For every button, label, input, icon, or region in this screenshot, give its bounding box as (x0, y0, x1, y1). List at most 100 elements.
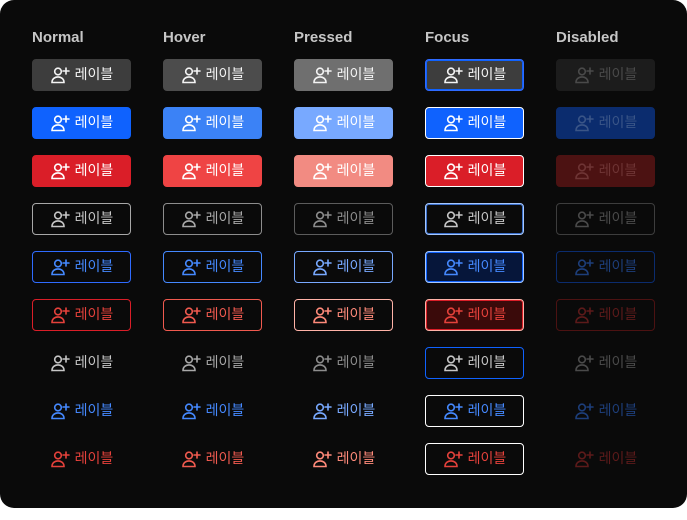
user-plus-icon (312, 401, 332, 421)
ghost-primary-button-normal[interactable]: 레이블 (32, 395, 131, 427)
ghost-primary-button-hover[interactable]: 레이블 (163, 395, 262, 427)
tertiary-button-hover[interactable]: 레이블 (163, 203, 262, 235)
ghost-danger-button-hover[interactable]: 레이블 (163, 443, 262, 475)
button-label: 레이블 (598, 115, 638, 131)
button-label: 레이블 (598, 163, 638, 179)
button-label: 레이블 (598, 403, 638, 419)
danger-button-hover[interactable]: 레이블 (163, 155, 262, 187)
user-plus-icon (574, 209, 594, 229)
ghost-danger-button-focus[interactable]: 레이블 (425, 443, 524, 475)
secondary-button-disabled: 레이블 (556, 59, 655, 91)
user-plus-icon (574, 401, 594, 421)
user-plus-icon (181, 209, 201, 229)
button-states-panel: Normal Hover Pressed Focus Disabled 레이블 레… (0, 0, 687, 508)
tertiary-danger-button-disabled: 레이블 (556, 299, 655, 331)
user-plus-icon (574, 161, 594, 181)
ghost-button-hover[interactable]: 레이블 (163, 347, 262, 379)
button-label: 레이블 (598, 307, 638, 323)
ghost-button-focus[interactable]: 레이블 (425, 347, 524, 379)
tertiary-button-focus[interactable]: 레이블 (425, 203, 524, 235)
tertiary-danger-button-normal[interactable]: 레이블 (32, 299, 131, 331)
primary-button-hover[interactable]: 레이블 (163, 107, 262, 139)
button-label: 레이블 (598, 211, 638, 227)
user-plus-icon (574, 449, 594, 469)
user-plus-icon (50, 161, 70, 181)
ghost-danger-button-normal[interactable]: 레이블 (32, 443, 131, 475)
secondary-button-focus[interactable]: 레이블 (425, 59, 524, 91)
primary-button-disabled: 레이블 (556, 107, 655, 139)
user-plus-icon (443, 401, 463, 421)
button-label: 레이블 (336, 211, 376, 227)
tertiary-danger-button-focus[interactable]: 레이블 (425, 299, 524, 331)
user-plus-icon (50, 305, 70, 325)
user-plus-icon (312, 161, 332, 181)
danger-button-disabled: 레이블 (556, 155, 655, 187)
user-plus-icon (50, 353, 70, 373)
button-label: 레이블 (74, 451, 114, 467)
button-label: 레이블 (467, 307, 507, 323)
tertiary-primary-button-normal[interactable]: 레이블 (32, 251, 131, 283)
button-label: 레이블 (74, 163, 114, 179)
user-plus-icon (574, 257, 594, 277)
tertiary-button-normal[interactable]: 레이블 (32, 203, 131, 235)
button-label: 레이블 (467, 163, 507, 179)
tertiary-danger-button-pressed[interactable]: 레이블 (294, 299, 393, 331)
primary-button-focus[interactable]: 레이블 (425, 107, 524, 139)
button-label: 레이블 (74, 307, 114, 323)
user-plus-icon (181, 65, 201, 85)
user-plus-icon (312, 65, 332, 85)
button-label: 레이블 (598, 355, 638, 371)
secondary-button-hover[interactable]: 레이블 (163, 59, 262, 91)
primary-button-pressed[interactable]: 레이블 (294, 107, 393, 139)
button-label: 레이블 (74, 403, 114, 419)
button-label: 레이블 (205, 259, 245, 275)
button-label: 레이블 (74, 259, 114, 275)
button-label: 레이블 (467, 259, 507, 275)
button-label: 레이블 (74, 67, 114, 83)
user-plus-icon (312, 353, 332, 373)
danger-button-focus[interactable]: 레이블 (425, 155, 524, 187)
user-plus-icon (50, 65, 70, 85)
ghost-primary-button-focus[interactable]: 레이블 (425, 395, 524, 427)
secondary-button-normal[interactable]: 레이블 (32, 59, 131, 91)
danger-button-pressed[interactable]: 레이블 (294, 155, 393, 187)
ghost-button-pressed[interactable]: 레이블 (294, 347, 393, 379)
ghost-danger-button-pressed[interactable]: 레이블 (294, 443, 393, 475)
button-label: 레이블 (467, 115, 507, 131)
button-label: 레이블 (467, 211, 507, 227)
user-plus-icon (443, 65, 463, 85)
user-plus-icon (181, 113, 201, 133)
user-plus-icon (181, 257, 201, 277)
primary-button-normal[interactable]: 레이블 (32, 107, 131, 139)
column-header-normal: Normal (32, 29, 84, 46)
user-plus-icon (443, 161, 463, 181)
button-label: 레이블 (336, 355, 376, 371)
button-label: 레이블 (467, 451, 507, 467)
tertiary-primary-button-pressed[interactable]: 레이블 (294, 251, 393, 283)
ghost-button-normal[interactable]: 레이블 (32, 347, 131, 379)
ghost-primary-button-disabled: 레이블 (556, 395, 655, 427)
button-label: 레이블 (467, 67, 507, 83)
user-plus-icon (443, 449, 463, 469)
user-plus-icon (574, 353, 594, 373)
user-plus-icon (181, 353, 201, 373)
button-label: 레이블 (74, 115, 114, 131)
danger-button-normal[interactable]: 레이블 (32, 155, 131, 187)
user-plus-icon (312, 449, 332, 469)
tertiary-button-pressed[interactable]: 레이블 (294, 203, 393, 235)
secondary-button-pressed[interactable]: 레이블 (294, 59, 393, 91)
ghost-primary-button-pressed[interactable]: 레이블 (294, 395, 393, 427)
user-plus-icon (443, 209, 463, 229)
user-plus-icon (312, 305, 332, 325)
user-plus-icon (574, 305, 594, 325)
tertiary-button-disabled: 레이블 (556, 203, 655, 235)
button-label: 레이블 (336, 115, 376, 131)
tertiary-primary-button-focus[interactable]: 레이블 (425, 251, 524, 283)
tertiary-danger-button-hover[interactable]: 레이블 (163, 299, 262, 331)
tertiary-primary-button-hover[interactable]: 레이블 (163, 251, 262, 283)
user-plus-icon (50, 257, 70, 277)
user-plus-icon (312, 209, 332, 229)
button-label: 레이블 (336, 403, 376, 419)
column-header-disabled: Disabled (556, 29, 619, 46)
button-label: 레이블 (598, 259, 638, 275)
